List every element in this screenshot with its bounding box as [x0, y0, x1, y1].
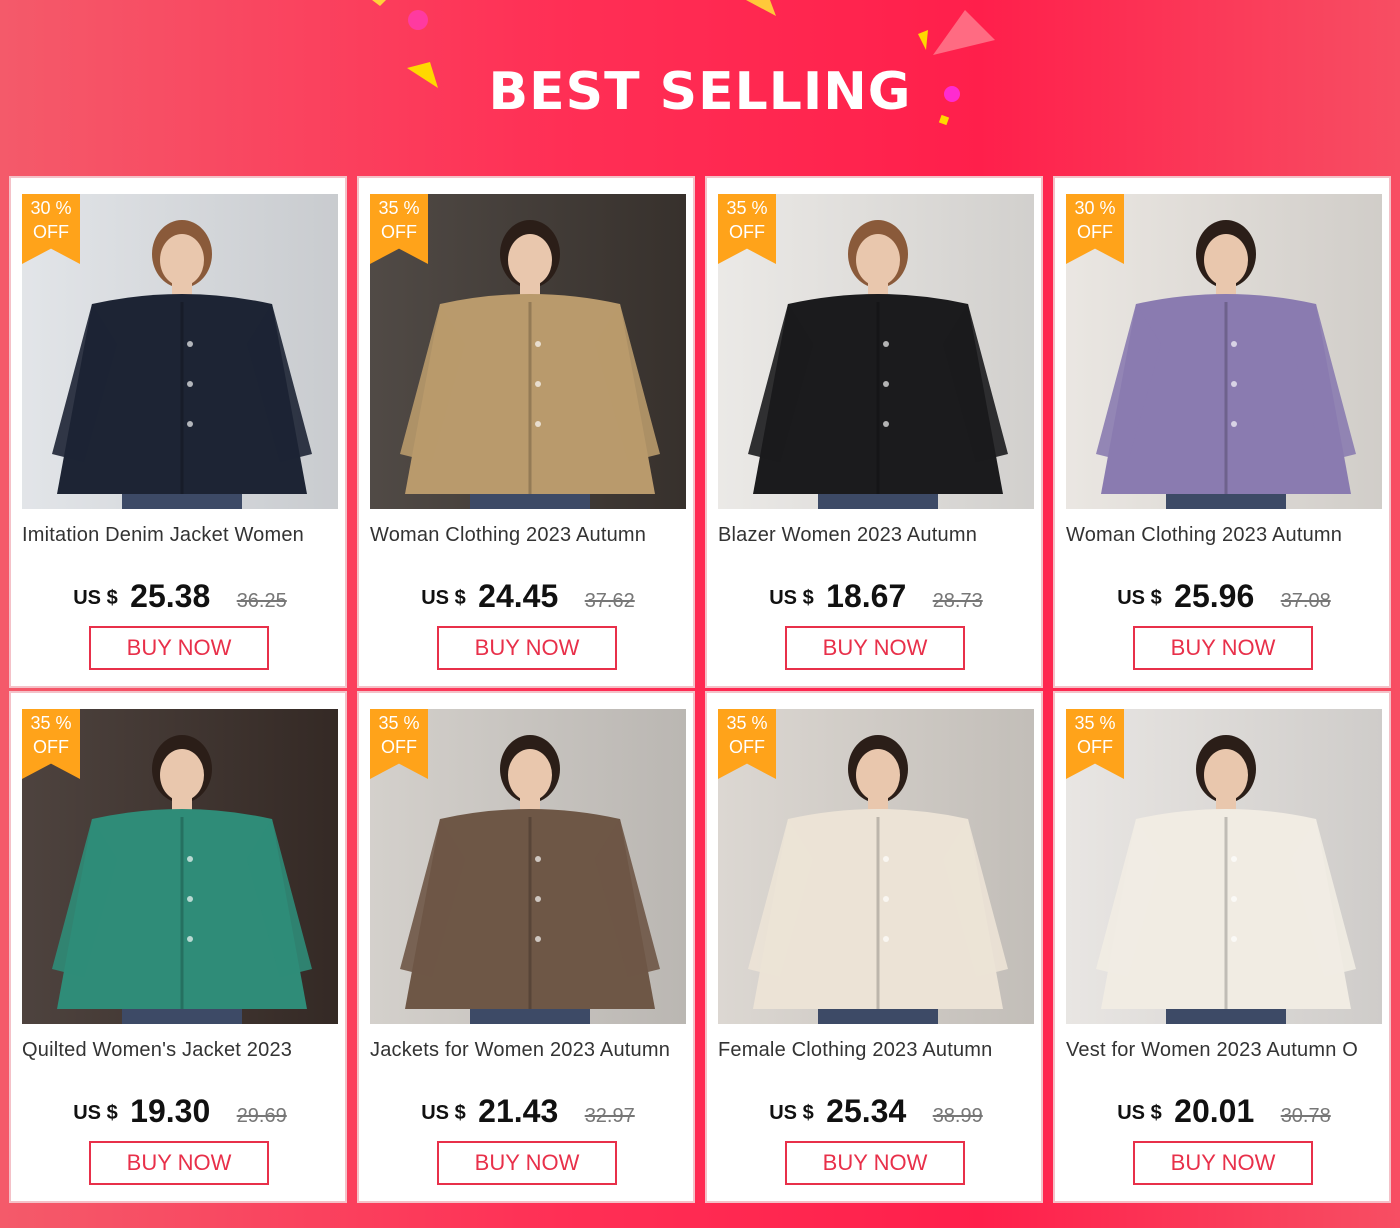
discount-off-label: OFF [381, 737, 417, 757]
discount-percent: 30 % [1074, 198, 1116, 218]
discount-off-label: OFF [381, 222, 417, 242]
product-name[interactable]: Vest for Women 2023 Autumn O [1066, 1039, 1388, 1062]
original-price: 37.08 [1280, 590, 1331, 612]
original-price: 37.62 [584, 590, 635, 612]
currency-label: US $ [73, 1102, 118, 1124]
buy-now-button[interactable]: BUY NOW [785, 626, 965, 670]
buy-now-button[interactable]: BUY NOW [437, 1141, 617, 1185]
price-row: US $ 19.30 29.69 [11, 1093, 349, 1130]
sale-price: 25.38 [130, 578, 211, 614]
price-row: US $ 25.96 37.08 [1055, 578, 1393, 615]
discount-off-label: OFF [1077, 737, 1113, 757]
original-price: 28.73 [932, 590, 983, 612]
discount-off-label: OFF [729, 222, 765, 242]
discount-percent: 35 % [378, 198, 420, 218]
original-price: 32.97 [584, 1105, 635, 1127]
currency-label: US $ [73, 587, 118, 609]
buy-now-button[interactable]: BUY NOW [785, 1141, 965, 1185]
original-price: 30.78 [1280, 1105, 1331, 1127]
currency-label: US $ [421, 587, 466, 609]
discount-off-label: OFF [729, 737, 765, 757]
discount-percent: 35 % [378, 713, 420, 733]
discount-off-label: OFF [33, 222, 69, 242]
product-name[interactable]: Blazer Women 2023 Autumn [718, 524, 1040, 547]
discount-percent: 35 % [726, 198, 768, 218]
product-name[interactable]: Jackets for Women 2023 Autumn [370, 1039, 692, 1062]
best-selling-banner: BEST SELLING [0, 0, 1400, 175]
buy-now-button[interactable]: BUY NOW [89, 1141, 269, 1185]
discount-percent: 35 % [30, 713, 72, 733]
sale-price: 25.96 [1174, 578, 1255, 614]
product-name[interactable]: Female Clothing 2023 Autumn [718, 1039, 1040, 1062]
currency-label: US $ [1117, 1102, 1162, 1124]
sale-price: 19.30 [130, 1093, 211, 1129]
price-row: US $ 18.67 28.73 [707, 578, 1045, 615]
discount-percent: 30 % [30, 198, 72, 218]
price-row: US $ 25.38 36.25 [11, 578, 349, 615]
product-name[interactable]: Woman Clothing 2023 Autumn [370, 524, 692, 547]
original-price: 36.25 [236, 590, 287, 612]
discount-off-label: OFF [33, 737, 69, 757]
page-title: BEST SELLING [488, 62, 912, 122]
product-name[interactable]: Woman Clothing 2023 Autumn [1066, 524, 1388, 547]
sale-price: 20.01 [1174, 1093, 1255, 1129]
buy-now-button[interactable]: BUY NOW [89, 626, 269, 670]
product-card[interactable]: 35 % OFF Blazer Women 2023 Autumn US $ 1… [705, 176, 1043, 688]
price-row: US $ 25.34 38.99 [707, 1093, 1045, 1130]
currency-label: US $ [1117, 587, 1162, 609]
discount-percent: 35 % [726, 713, 768, 733]
currency-label: US $ [769, 587, 814, 609]
product-card[interactable]: 35 % OFF Vest for Women 2023 Autumn O US… [1053, 691, 1391, 1203]
sale-price: 25.34 [826, 1093, 907, 1129]
buy-now-button[interactable]: BUY NOW [437, 626, 617, 670]
price-row: US $ 20.01 30.78 [1055, 1093, 1393, 1130]
buy-now-button[interactable]: BUY NOW [1133, 1141, 1313, 1185]
sale-price: 18.67 [826, 578, 907, 614]
price-row: US $ 24.45 37.62 [359, 578, 697, 615]
product-name[interactable]: Quilted Women's Jacket 2023 [22, 1039, 344, 1062]
product-card[interactable]: 35 % OFF Jackets for Women 2023 Autumn U… [357, 691, 695, 1203]
currency-label: US $ [769, 1102, 814, 1124]
discount-off-label: OFF [1077, 222, 1113, 242]
product-card[interactable]: 30 % OFF Imitation Denim Jacket Women US… [9, 176, 347, 688]
currency-label: US $ [421, 1102, 466, 1124]
buy-now-button[interactable]: BUY NOW [1133, 626, 1313, 670]
original-price: 38.99 [932, 1105, 983, 1127]
product-card[interactable]: 35 % OFF Quilted Women's Jacket 2023 US … [9, 691, 347, 1203]
product-card[interactable]: 35 % OFF Woman Clothing 2023 Autumn US $… [357, 176, 695, 688]
product-card[interactable]: 30 % OFF Woman Clothing 2023 Autumn US $… [1053, 176, 1391, 688]
product-name[interactable]: Imitation Denim Jacket Women [22, 524, 344, 547]
price-row: US $ 21.43 32.97 [359, 1093, 697, 1130]
discount-percent: 35 % [1074, 713, 1116, 733]
sale-price: 24.45 [478, 578, 559, 614]
original-price: 29.69 [236, 1105, 287, 1127]
sale-price: 21.43 [478, 1093, 559, 1129]
product-card[interactable]: 35 % OFF Female Clothing 2023 Autumn US … [705, 691, 1043, 1203]
